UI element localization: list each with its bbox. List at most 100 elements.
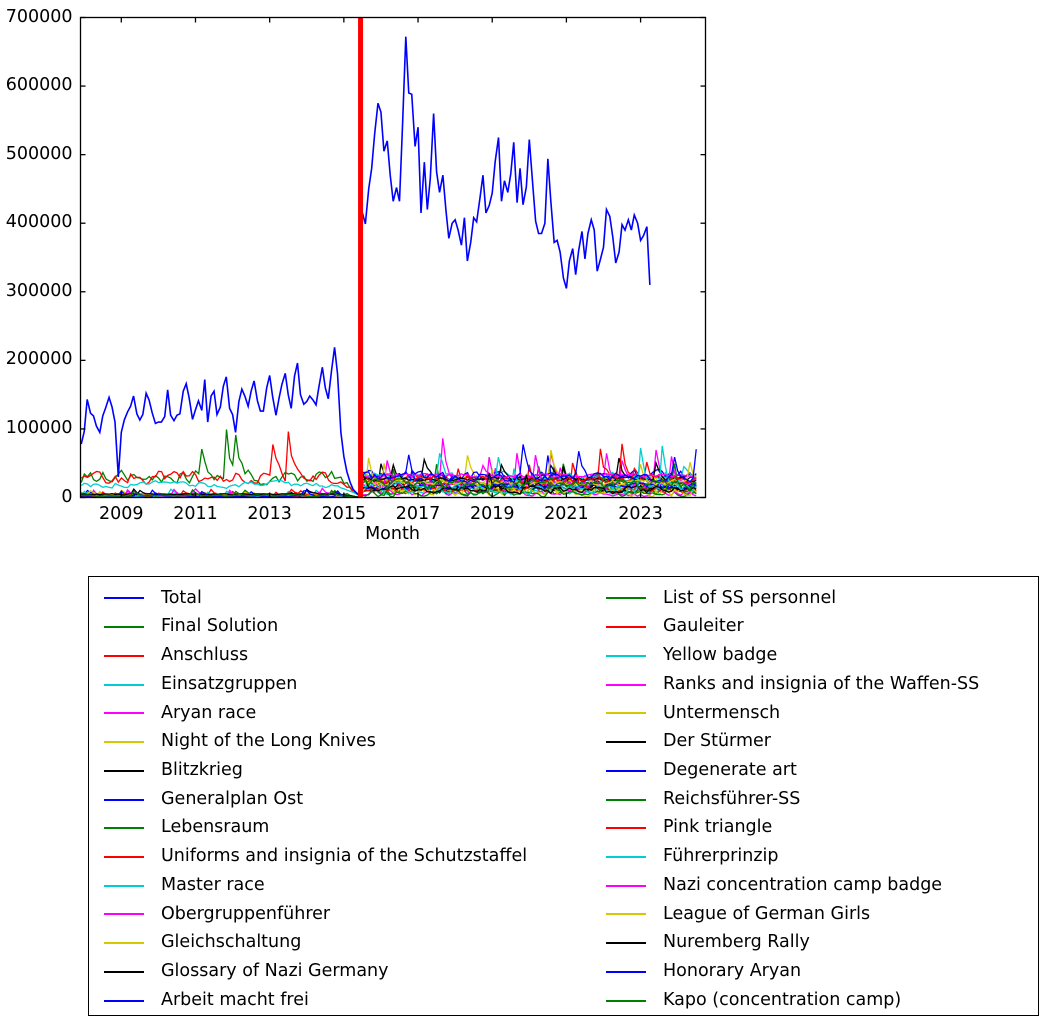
legend-entry[interactable]: Aryan race: [96, 699, 598, 728]
legend-entry[interactable]: Master race: [96, 871, 598, 900]
legend-color-swatch: [104, 741, 144, 744]
legend-label: Uniforms and insignia of the Schutzstaff…: [161, 846, 528, 867]
legend-entry[interactable]: Reichsführer-SS: [598, 785, 1038, 814]
legend-entry[interactable]: Untermensch: [598, 699, 1038, 728]
figure: 700000 600000 500000 400000 300000 200000 1000…: [0, 0, 1052, 1027]
y-tick-label: 0: [61, 486, 73, 507]
legend-label: Lebensraum: [161, 817, 270, 838]
legend-label: Gauleiter: [663, 616, 744, 637]
legend-entry[interactable]: Gauleiter: [598, 613, 1038, 642]
legend-entry[interactable]: Total: [96, 584, 598, 613]
series-line-total: [361, 36, 651, 289]
legend-color-swatch: [606, 827, 646, 830]
legend-color-swatch: [606, 999, 646, 1002]
y-tick-label: 400000: [5, 212, 73, 233]
legend: Total Final Solution Anschluss Einsatzgrupp…: [88, 576, 1039, 1016]
legend-entry[interactable]: Nazi concentration camp badge: [598, 871, 1038, 900]
y-tick-label: 200000: [5, 349, 73, 370]
legend-entry[interactable]: Honorary Aryan: [598, 958, 1038, 987]
legend-color-swatch: [104, 827, 144, 830]
legend-color-swatch: [104, 855, 144, 858]
legend-color-swatch: [104, 942, 144, 945]
legend-label: Nazi concentration camp badge: [663, 874, 943, 895]
legend-label: Honorary Aryan: [663, 961, 802, 982]
legend-label: Untermensch: [663, 702, 781, 723]
y-tick-label: 700000: [5, 6, 73, 27]
legend-label: Night of the Long Knives: [161, 731, 376, 752]
legend-entry[interactable]: Final Solution: [96, 613, 598, 642]
legend-entry[interactable]: List of SS personnel: [598, 584, 1038, 613]
y-tick-label: 500000: [5, 143, 73, 164]
legend-label: League of German Girls: [663, 903, 871, 924]
legend-label: Reichsführer-SS: [663, 788, 801, 809]
legend-entry[interactable]: Arbeit macht frei: [96, 986, 598, 1015]
legend-label: Einsatzgruppen: [161, 673, 298, 694]
legend-entry[interactable]: Uniforms and insignia of the Schutzstaff…: [96, 843, 598, 872]
legend-entry[interactable]: Lebensraum: [96, 814, 598, 843]
legend-color-swatch: [104, 970, 144, 973]
legend-label: Anschluss: [161, 645, 249, 666]
legend-entry[interactable]: Der Stürmer: [598, 728, 1038, 757]
axes-spines: [79, 16, 707, 499]
y-tick-label: 600000: [5, 75, 73, 96]
legend-label: Arbeit macht frei: [161, 989, 309, 1010]
axis-ticks: [80, 16, 706, 499]
legend-color-swatch: [606, 855, 646, 858]
legend-color-swatch: [104, 798, 144, 801]
legend-entry[interactable]: Generalplan Ost: [96, 785, 598, 814]
legend-entry[interactable]: Yellow badge: [598, 641, 1038, 670]
x-tick-label: 2023: [618, 503, 663, 524]
legend-label: Der Stürmer: [663, 731, 771, 752]
legend-entry[interactable]: Gleichschaltung: [96, 929, 598, 958]
legend-entry[interactable]: Führerprinzip: [598, 843, 1038, 872]
legend-entry[interactable]: Night of the Long Knives: [96, 728, 598, 757]
legend-entry[interactable]: Nuremberg Rally: [598, 929, 1038, 958]
y-tick-label: 100000: [5, 417, 73, 438]
legend-color-swatch: [606, 884, 646, 887]
legend-color-swatch: [606, 942, 646, 945]
legend-label: Generalplan Ost: [161, 788, 304, 809]
legend-color-swatch: [104, 913, 144, 916]
legend-color-swatch: [104, 626, 144, 629]
legend-label: Total: [161, 587, 202, 608]
legend-color-swatch: [606, 913, 646, 916]
y-tick-label: 300000: [5, 280, 73, 301]
legend-label: Aryan race: [161, 702, 257, 723]
legend-entry[interactable]: Kapo (concentration camp): [598, 986, 1038, 1015]
legend-label: Kapo (concentration camp): [663, 989, 902, 1010]
legend-label: Master race: [161, 874, 265, 895]
legend-color-swatch: [606, 769, 646, 772]
chart-plot-area: [79, 16, 707, 499]
legend-label: Obergruppenführer: [161, 903, 331, 924]
legend-label: Führerprinzip: [663, 846, 779, 867]
legend-color-swatch: [104, 712, 144, 715]
legend-entry[interactable]: Einsatzgruppen: [96, 670, 598, 699]
legend-label: Ranks and insignia of the Waffen-SS: [663, 673, 980, 694]
legend-color-swatch: [104, 769, 144, 772]
legend-label: List of SS personnel: [663, 587, 837, 608]
series-group: [80, 36, 697, 499]
legend-color-swatch: [606, 597, 646, 600]
legend-label: Glossary of Nazi Germany: [161, 961, 389, 982]
legend-entry[interactable]: Anschluss: [96, 641, 598, 670]
legend-entry[interactable]: Ranks and insignia of the Waffen-SS: [598, 670, 1038, 699]
legend-color-swatch: [606, 741, 646, 744]
legend-color-swatch: [104, 683, 144, 686]
legend-entry[interactable]: League of German Girls: [598, 900, 1038, 929]
legend-color-swatch: [606, 712, 646, 715]
legend-entry[interactable]: Glossary of Nazi Germany: [96, 958, 598, 987]
legend-label: Pink triangle: [663, 817, 773, 838]
legend-label: Gleichschaltung: [161, 932, 302, 953]
legend-column: Total Final Solution Anschluss Einsatzgrupp…: [89, 584, 598, 1015]
legend-color-swatch: [104, 597, 144, 600]
legend-entry[interactable]: Obergruppenführer: [96, 900, 598, 929]
legend-entry[interactable]: Pink triangle: [598, 814, 1038, 843]
legend-column: List of SS personnel Gauleiter Yellow badg…: [598, 584, 1038, 1015]
legend-label: Final Solution: [161, 616, 279, 637]
legend-entry[interactable]: Blitzkrieg: [96, 756, 598, 785]
legend-label: Blitzkrieg: [161, 760, 243, 781]
legend-label: Nuremberg Rally: [663, 932, 810, 953]
legend-color-swatch: [606, 798, 646, 801]
legend-entry[interactable]: Degenerate art: [598, 756, 1038, 785]
legend-color-swatch: [104, 884, 144, 887]
